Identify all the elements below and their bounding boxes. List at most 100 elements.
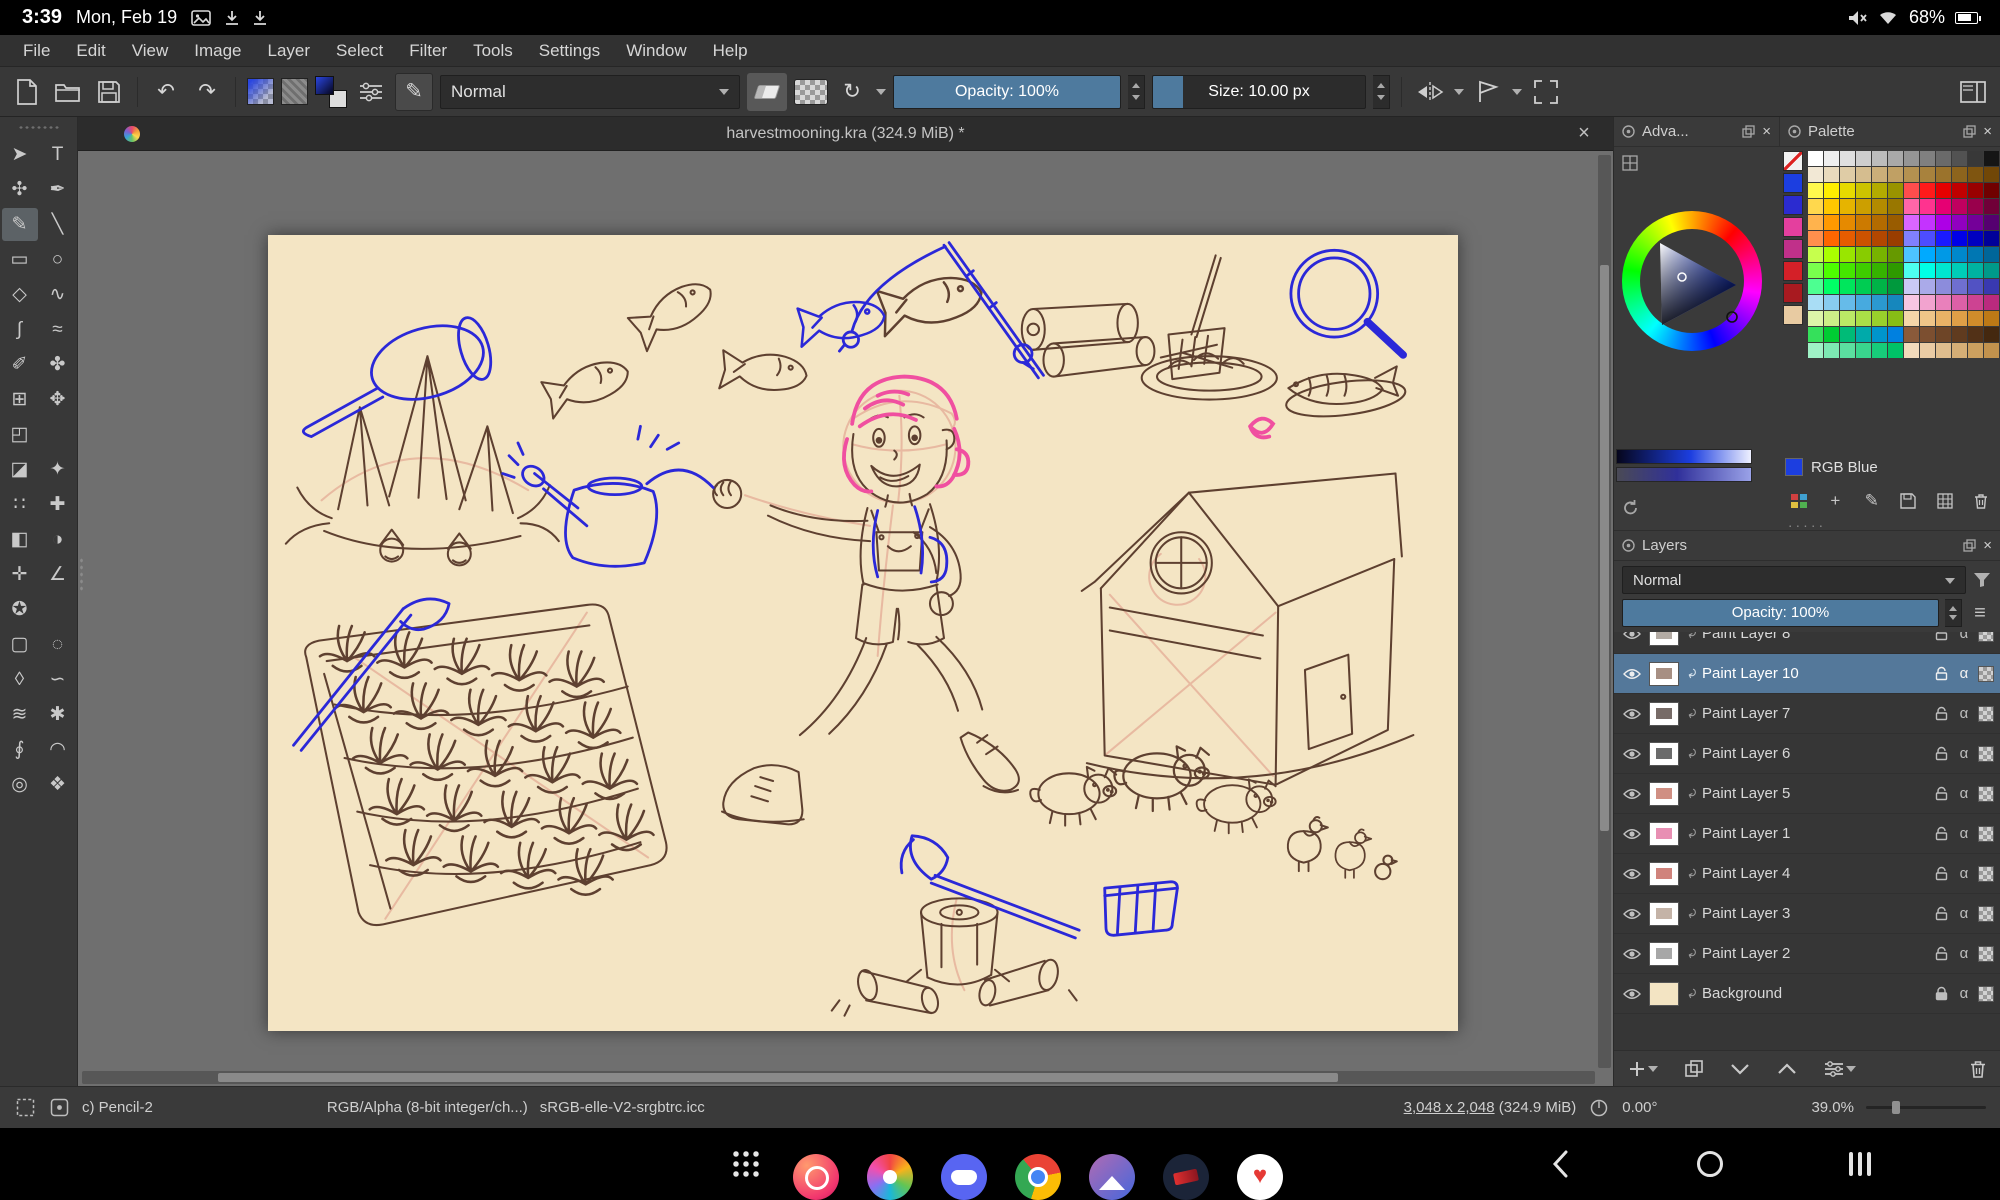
- tool-color-sampler[interactable]: ✦: [40, 453, 76, 486]
- palette-swatch-r12c6[interactable]: [1904, 343, 1919, 358]
- alpha-lock-icon[interactable]: α: [1955, 865, 1973, 882]
- inherit-alpha-icon[interactable]: [1978, 986, 1994, 1002]
- reload-preset-button[interactable]: ↻: [835, 73, 869, 111]
- palette-swatch-r4c8[interactable]: [1936, 215, 1951, 230]
- palette-swatch-r11c10[interactable]: [1968, 327, 1983, 342]
- menu-filter[interactable]: Filter: [396, 37, 460, 65]
- menu-help[interactable]: Help: [700, 37, 761, 65]
- palette-swatch-r0c10[interactable]: [1968, 151, 1983, 166]
- tool-transform[interactable]: ⊞: [2, 383, 38, 416]
- palette-swatch-r4c10[interactable]: [1968, 215, 1983, 230]
- move-layer-down-button[interactable]: [1730, 1062, 1750, 1076]
- palette-swatch-r7c10[interactable]: [1968, 263, 1983, 278]
- palette-swatch-r10c9[interactable]: [1952, 311, 1967, 326]
- tool-freehand-brush[interactable]: ✎: [2, 208, 38, 241]
- palette-swatch-r6c0[interactable]: [1808, 247, 1823, 262]
- palette-swatch-r0c1[interactable]: [1824, 151, 1839, 166]
- palette-swatch-r2c10[interactable]: [1968, 183, 1983, 198]
- palette-swatch-r8c8[interactable]: [1936, 279, 1951, 294]
- palette-swatch-r10c0[interactable]: [1808, 311, 1823, 326]
- tab-advanced-color-selector[interactable]: Adva... ×: [1614, 117, 1780, 146]
- color-profile-label[interactable]: sRGB-elle-V2-srgbtrc.icc: [540, 1099, 705, 1116]
- palette-swatch-r5c5[interactable]: [1888, 231, 1903, 246]
- layer-properties-button[interactable]: [1824, 1061, 1856, 1077]
- palette-swatch-r11c6[interactable]: [1904, 327, 1919, 342]
- app-icon-gallery[interactable]: [867, 1154, 913, 1200]
- palette-swatch-r10c6[interactable]: [1904, 311, 1919, 326]
- tool-ellipse[interactable]: ○: [40, 243, 76, 276]
- alpha-lock-icon[interactable]: α: [1955, 825, 1973, 842]
- recent-swatch-2[interactable]: [1783, 195, 1803, 215]
- layer-thumbnail[interactable]: [1649, 862, 1679, 886]
- redo-button[interactable]: ↷: [190, 73, 224, 111]
- alpha-lock-icon[interactable]: α: [1955, 985, 1973, 1002]
- palette-swatch-r10c2[interactable]: [1840, 311, 1855, 326]
- palette-swatch-r8c0[interactable]: [1808, 279, 1823, 294]
- layer-thumbnail[interactable]: [1649, 702, 1679, 726]
- tool-calligraphy[interactable]: ✒: [40, 173, 76, 206]
- menu-file[interactable]: File: [10, 37, 63, 65]
- menu-view[interactable]: View: [119, 37, 182, 65]
- visibility-eye-icon[interactable]: [1620, 668, 1644, 680]
- palette-swatch-r11c5[interactable]: [1888, 327, 1903, 342]
- palette-swatch-r9c7[interactable]: [1920, 295, 1935, 310]
- brush-preset-chooser[interactable]: ✎: [395, 73, 433, 111]
- layer-thumbnail[interactable]: [1649, 822, 1679, 846]
- palette-swatch-r12c2[interactable]: [1840, 343, 1855, 358]
- inherit-alpha-icon[interactable]: [1978, 746, 1994, 762]
- tool-measure[interactable]: ∠: [40, 558, 76, 591]
- tool-polygon-select[interactable]: ◊: [2, 663, 38, 696]
- selection-mode-icon[interactable]: [14, 1097, 36, 1119]
- lock-open-icon[interactable]: [1932, 632, 1950, 641]
- color-wheel[interactable]: [1622, 211, 1762, 351]
- palette-swatch-r7c4[interactable]: [1872, 263, 1887, 278]
- lock-open-icon[interactable]: [1932, 946, 1950, 961]
- tool-edit-shapes[interactable]: ✣: [2, 173, 38, 206]
- palette-swatch-r5c10[interactable]: [1968, 231, 1983, 246]
- lock-open-icon[interactable]: [1932, 906, 1950, 921]
- alpha-lock-icon[interactable]: α: [1955, 945, 1973, 962]
- refresh-colors-icon[interactable]: [1622, 499, 1640, 517]
- palette-swatch-r4c2[interactable]: [1840, 215, 1855, 230]
- palette-swatch-r1c8[interactable]: [1936, 167, 1951, 182]
- recents-key[interactable]: [1840, 1141, 1880, 1187]
- tool-bezier-select[interactable]: ∮: [2, 733, 38, 766]
- vertical-scrollbar[interactable]: [1598, 155, 1611, 1068]
- inherit-alpha-icon[interactable]: [1978, 632, 1994, 642]
- palette-swatch-r7c5[interactable]: [1888, 263, 1903, 278]
- palette-swatch-r6c11[interactable]: [1984, 247, 1999, 262]
- palette-swatch-r12c10[interactable]: [1968, 343, 1983, 358]
- palette-swatch-r7c0[interactable]: [1808, 263, 1823, 278]
- layer-thumbnail[interactable]: [1649, 942, 1679, 966]
- palette-swatch-r11c7[interactable]: [1920, 327, 1935, 342]
- float-docker-icon[interactable]: [1742, 125, 1755, 138]
- toolbox-drag-handle[interactable]: [18, 125, 60, 130]
- menu-settings[interactable]: Settings: [526, 37, 613, 65]
- palette-swatch-r11c1[interactable]: [1824, 327, 1839, 342]
- tool-crop[interactable]: ◰: [2, 418, 38, 451]
- tool-polygon[interactable]: ◇: [2, 278, 38, 311]
- tool-enclose-fill[interactable]: ◑: [40, 523, 76, 556]
- palette-swatch-r7c1[interactable]: [1824, 263, 1839, 278]
- palette-swatch-r6c9[interactable]: [1952, 247, 1967, 262]
- layer-thumbnail[interactable]: [1649, 982, 1679, 1006]
- zoom-slider[interactable]: [1866, 1106, 1986, 1109]
- size-spinner[interactable]: [1373, 75, 1390, 109]
- edit-palette-button[interactable]: ✎: [1859, 489, 1885, 513]
- layer-row-paint-layer-7[interactable]: ↷ Paint Layer 7 α: [1614, 694, 2000, 734]
- palette-swatch-r1c6[interactable]: [1904, 167, 1919, 182]
- home-key[interactable]: [1690, 1141, 1730, 1187]
- palette-swatch-r1c2[interactable]: [1840, 167, 1855, 182]
- save-button[interactable]: [92, 73, 126, 111]
- layer-row-paint-layer-3[interactable]: ↷ Paint Layer 3 α: [1614, 894, 2000, 934]
- tool-multibrush[interactable]: ✤: [40, 348, 76, 381]
- visibility-eye-icon[interactable]: [1620, 828, 1644, 840]
- inherit-alpha-icon[interactable]: [1978, 786, 1994, 802]
- palette-swatch-r11c2[interactable]: [1840, 327, 1855, 342]
- canvas-angle[interactable]: 0.00°: [1622, 1099, 1657, 1116]
- layer-row-paint-layer-4[interactable]: ↷ Paint Layer 4 α: [1614, 854, 2000, 894]
- tool-reference-images[interactable]: ✪: [2, 593, 38, 626]
- palette-swatch-r3c7[interactable]: [1920, 199, 1935, 214]
- brush-preset-name[interactable]: c) Pencil-2: [82, 1099, 153, 1116]
- palette-swatch-r6c6[interactable]: [1904, 247, 1919, 262]
